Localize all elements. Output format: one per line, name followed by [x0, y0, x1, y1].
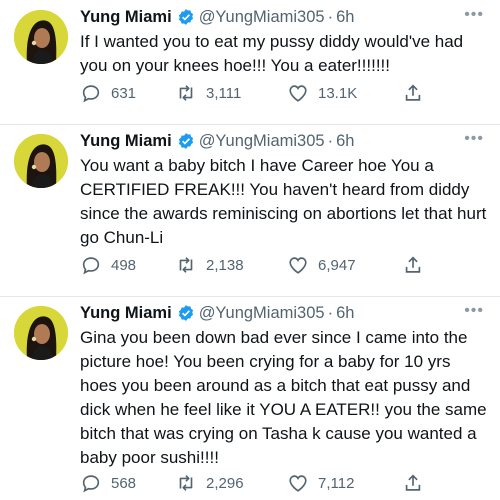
- avatar-column: [14, 0, 80, 124]
- tweet-text: You want a baby bitch I have Career hoe …: [80, 156, 487, 247]
- tweet-timestamp[interactable]: 6h: [336, 132, 354, 151]
- tweet-text: If I wanted you to eat my pussy diddy wo…: [80, 32, 464, 75]
- author-handle[interactable]: @YungMiami305: [199, 304, 325, 323]
- reply-icon: [82, 475, 100, 493]
- retweet-icon: [179, 85, 193, 101]
- reply-icon: [82, 85, 100, 103]
- share-icon: [405, 256, 421, 273]
- retweet-count: 2,296: [206, 474, 244, 492]
- tweet-actions: 631 3,111 13.1K: [80, 82, 488, 104]
- tweet[interactable]: Yung Miami @YungMiami305 · 6h ••• Gina y…: [0, 296, 500, 500]
- retweet-button[interactable]: 3,111: [175, 82, 287, 104]
- tweet[interactable]: Yung Miami @YungMiami305 · 6h ••• If I w…: [0, 0, 500, 124]
- avatar[interactable]: [14, 306, 68, 360]
- tweet-timestamp[interactable]: 6h: [336, 304, 354, 323]
- tweet-text: Gina you been down bad ever since I came…: [80, 328, 487, 467]
- more-options-icon[interactable]: •••: [464, 130, 484, 148]
- share-button[interactable]: [402, 254, 424, 276]
- author-name[interactable]: Yung Miami: [80, 132, 172, 151]
- share-icon: [405, 84, 421, 101]
- tweet-header: Yung Miami @YungMiami305 · 6h: [80, 6, 488, 28]
- share-button[interactable]: [402, 82, 424, 104]
- reply-button[interactable]: 498: [80, 254, 175, 276]
- tweet-actions: 568 2,296 7,112: [80, 472, 488, 494]
- reply-count: 568: [111, 474, 137, 492]
- like-count: 6,947: [318, 256, 356, 274]
- reply-icon: [82, 257, 100, 275]
- avatar[interactable]: [14, 10, 68, 64]
- header-separator: ·: [327, 7, 334, 26]
- author-name[interactable]: Yung Miami: [80, 8, 172, 27]
- like-count: 7,112: [318, 474, 355, 492]
- like-count: 13.1K: [318, 84, 358, 102]
- like-button[interactable]: 7,112: [287, 472, 402, 494]
- tweet-body: Yung Miami @YungMiami305 · 6h ••• Gina y…: [80, 296, 488, 500]
- more-options-icon[interactable]: •••: [464, 6, 484, 24]
- author-handle[interactable]: @YungMiami305: [199, 8, 325, 27]
- tweet-feed: Yung Miami @YungMiami305 · 6h ••• If I w…: [0, 0, 500, 500]
- verified-badge-icon: [177, 8, 195, 26]
- retweet-icon: [179, 257, 193, 273]
- reply-count: 631: [111, 84, 137, 102]
- share-icon: [405, 474, 421, 491]
- tweet-header: Yung Miami @YungMiami305 · 6h: [80, 302, 488, 324]
- retweet-count: 2,138: [206, 256, 244, 274]
- retweet-icon: [179, 475, 193, 491]
- tweet[interactable]: Yung Miami @YungMiami305 · 6h ••• You wa…: [0, 124, 500, 296]
- tweet-timestamp[interactable]: 6h: [336, 8, 354, 27]
- retweet-count: 3,111: [206, 84, 242, 102]
- avatar[interactable]: [14, 134, 68, 188]
- avatar-column: [14, 124, 80, 296]
- verified-badge-icon: [177, 132, 195, 150]
- tweet-body: Yung Miami @YungMiami305 · 6h ••• You wa…: [80, 124, 488, 296]
- like-icon: [289, 475, 307, 492]
- more-options-icon[interactable]: •••: [464, 302, 484, 320]
- tweet-actions: 498 2,138 6,947: [80, 254, 488, 276]
- header-separator: ·: [327, 131, 334, 150]
- retweet-button[interactable]: 2,296: [175, 472, 287, 494]
- like-button[interactable]: 13.1K: [287, 82, 402, 104]
- retweet-button[interactable]: 2,138: [175, 254, 287, 276]
- tweet-body: Yung Miami @YungMiami305 · 6h ••• If I w…: [80, 0, 488, 124]
- like-button[interactable]: 6,947: [287, 254, 402, 276]
- like-icon: [289, 257, 307, 274]
- tweet-header: Yung Miami @YungMiami305 · 6h: [80, 130, 488, 152]
- author-name[interactable]: Yung Miami: [80, 304, 172, 323]
- reply-button[interactable]: 568: [80, 472, 175, 494]
- like-icon: [289, 85, 307, 102]
- header-separator: ·: [327, 303, 334, 322]
- avatar-column: [14, 296, 80, 500]
- verified-badge-icon: [177, 304, 195, 322]
- author-handle[interactable]: @YungMiami305: [199, 132, 325, 151]
- reply-count: 498: [111, 256, 137, 274]
- reply-button[interactable]: 631: [80, 82, 175, 104]
- share-button[interactable]: [402, 472, 424, 494]
